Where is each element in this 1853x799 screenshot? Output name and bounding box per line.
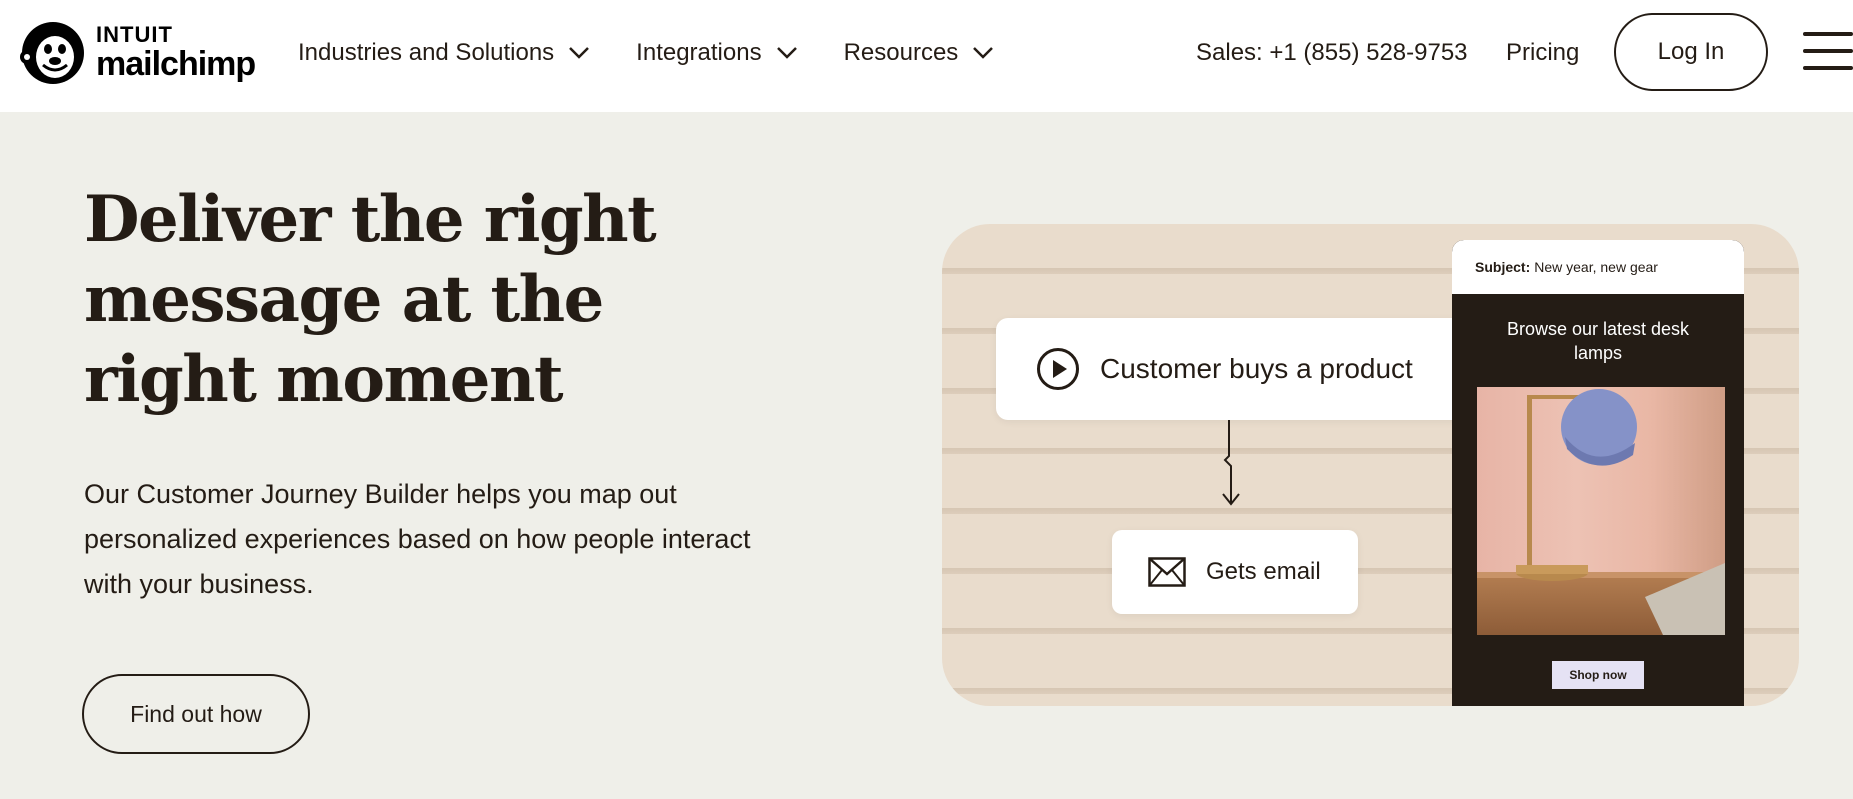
nav-integrations[interactable]: Integrations bbox=[636, 39, 797, 67]
journey-trigger-card: Customer buys a product bbox=[996, 318, 1470, 420]
hero-headline: Deliver the right message at the right m… bbox=[84, 182, 657, 417]
nav-item-label: Industries and Solutions bbox=[298, 39, 555, 66]
find-out-how-button[interactable]: Find out how bbox=[82, 674, 310, 754]
email-heading: Browse our latest desk lamps bbox=[1506, 319, 1690, 363]
envelope-icon bbox=[1148, 557, 1186, 587]
shop-now-button[interactable]: Shop now bbox=[1552, 661, 1644, 689]
chevron-down-icon bbox=[776, 47, 797, 59]
nav-resources[interactable]: Resources bbox=[844, 39, 995, 67]
flow-arrow-icon bbox=[1222, 420, 1240, 506]
sales-phone-link[interactable]: Sales: +1 (855) 528-9753 bbox=[1196, 0, 1468, 106]
intuit-mailchimp-logo[interactable]: INTUIT mailchimp bbox=[18, 16, 256, 88]
logo-intuit-text: INTUIT bbox=[96, 21, 173, 47]
log-in-button[interactable]: Log In bbox=[1614, 13, 1768, 91]
pricing-link[interactable]: Pricing bbox=[1506, 0, 1579, 106]
logo-mailchimp-text: mailchimp bbox=[96, 44, 256, 83]
desk-lamp-photo bbox=[1477, 387, 1725, 635]
nav-item-label: Integrations bbox=[636, 39, 762, 66]
site-header: INTUIT mailchimp Industries and Solution… bbox=[0, 0, 1853, 112]
email-subject-line: Subject: New year, new gear bbox=[1452, 240, 1744, 294]
chevron-down-icon bbox=[569, 47, 590, 59]
trigger-card-label: Customer buys a product bbox=[1100, 353, 1413, 384]
nav-item-label: Resources bbox=[843, 39, 959, 66]
main-nav: Industries and Solutions Integrations Re… bbox=[298, 0, 1040, 106]
hero-subtext: Our Customer Journey Builder helps you m… bbox=[84, 479, 751, 599]
freddie-monkey-icon bbox=[20, 22, 84, 84]
action-card-label: Gets email bbox=[1206, 558, 1321, 585]
email-subject-label: Subject: bbox=[1475, 259, 1531, 275]
email-preview: Subject: New year, new gear Browse our l… bbox=[1452, 240, 1744, 706]
nav-industries-and-solutions[interactable]: Industries and Solutions bbox=[298, 39, 590, 67]
play-icon bbox=[1037, 348, 1079, 390]
journey-action-card: Gets email bbox=[1112, 530, 1358, 614]
lamp-image bbox=[1516, 389, 1725, 635]
hamburger-menu-icon[interactable] bbox=[1800, 28, 1853, 74]
email-subject-value: New year, new gear bbox=[1534, 259, 1658, 275]
chevron-down-icon bbox=[973, 47, 994, 59]
